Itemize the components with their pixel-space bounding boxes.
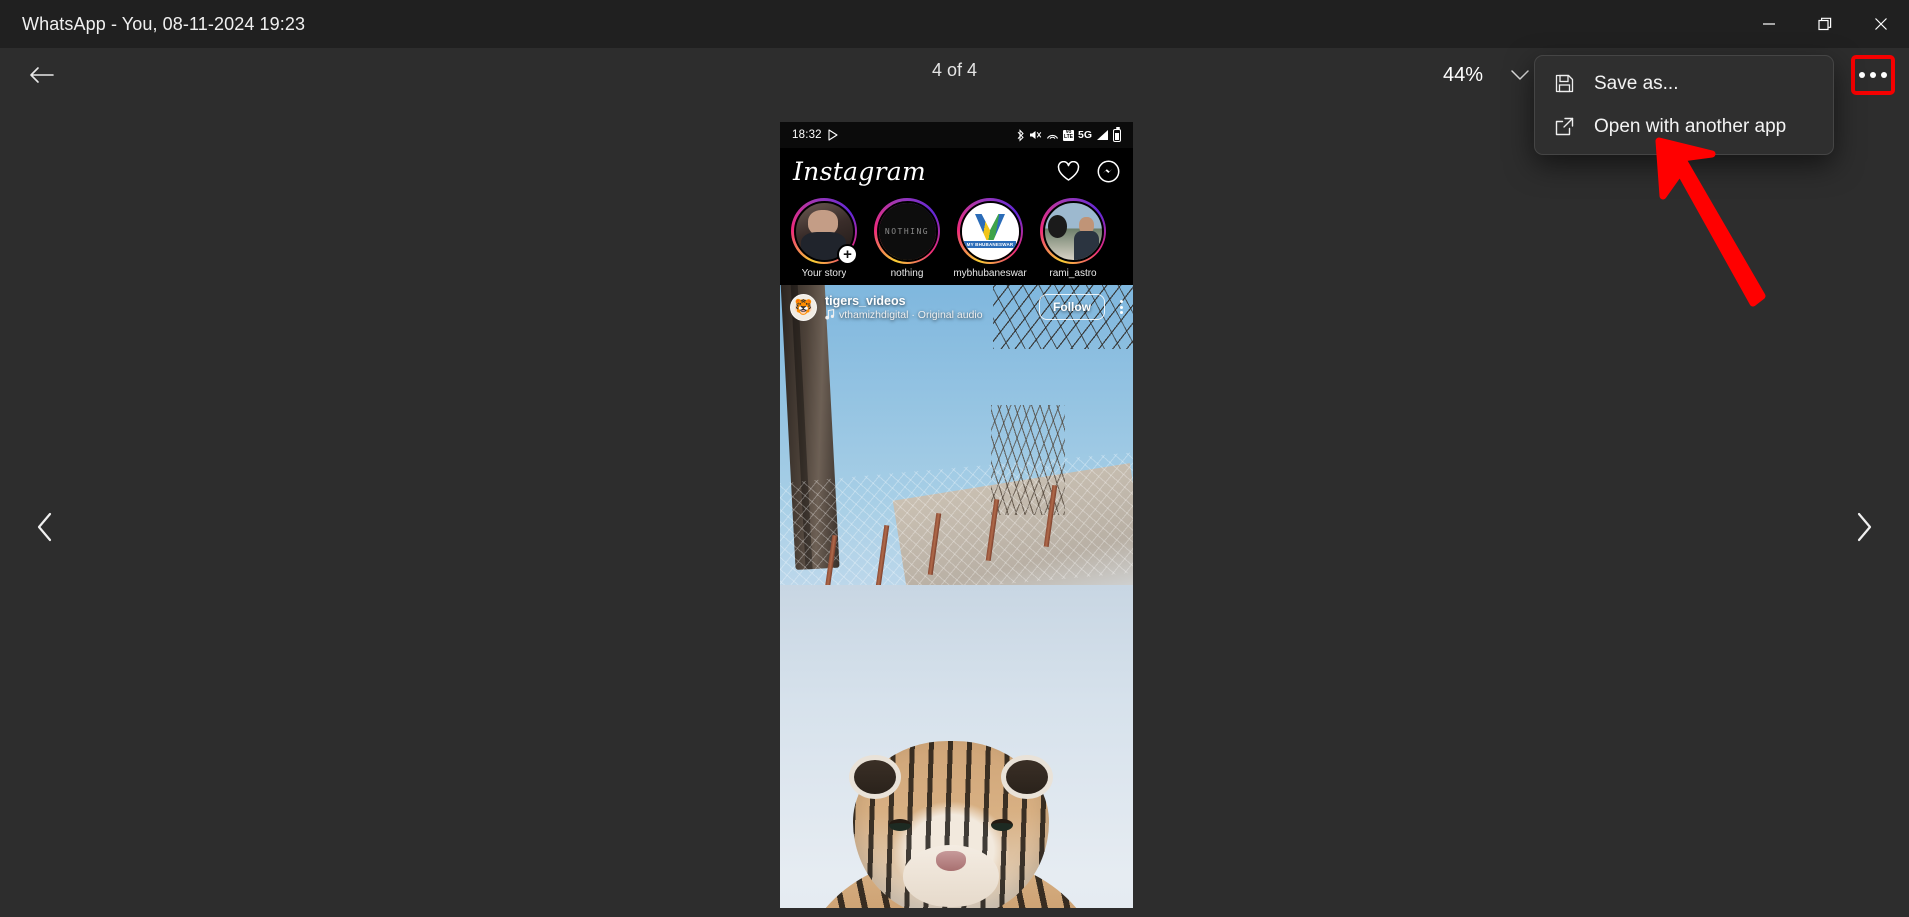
- menu-item-open-with-another-app[interactable]: Open with another app: [1540, 105, 1828, 148]
- window-title: WhatsApp - You, 08-11-2024 19:23: [22, 13, 306, 34]
- add-story-badge[interactable]: +: [837, 244, 858, 265]
- avatar[interactable]: 🐯: [790, 293, 817, 321]
- header-icons: [1057, 160, 1120, 183]
- story-ring: [1040, 198, 1106, 264]
- messenger-icon[interactable]: [1097, 160, 1120, 183]
- post-username[interactable]: tigers_videos: [825, 294, 983, 308]
- story-ring: NOTHING: [874, 198, 940, 264]
- zoom-control[interactable]: 44%: [1433, 56, 1539, 94]
- bluetooth-icon: [1017, 128, 1024, 142]
- menu-item-label: Save as...: [1594, 72, 1679, 94]
- story-thumbnail: NOTHING: [876, 200, 938, 262]
- signal-icon: [1097, 130, 1108, 140]
- displayed-image[interactable]: 18:32 Vo LTE 5G Instagram + Your story N…: [780, 122, 1133, 908]
- restore-button[interactable]: [1797, 0, 1853, 48]
- feed-post[interactable]: 🐯 tigers_videos vthamizhdigital · Origin…: [780, 285, 1133, 908]
- chevron-right-icon: [1857, 512, 1872, 542]
- menu-item-save-as[interactable]: Save as...: [1540, 62, 1828, 105]
- play-store-icon: [828, 129, 838, 141]
- story-thumbnail: [1042, 200, 1104, 262]
- status-time: 18:32: [792, 129, 822, 141]
- story-item[interactable]: rami_astro: [1037, 198, 1109, 279]
- post-more-options-icon[interactable]: [1120, 300, 1123, 314]
- chevron-left-icon: [37, 512, 52, 542]
- post-audio[interactable]: vthamizhdigital · Original audio: [825, 309, 983, 321]
- open-external-icon: [1552, 116, 1576, 137]
- mute-icon: [1029, 131, 1042, 139]
- tiger-subject: [800, 715, 1101, 908]
- previous-image-button[interactable]: [16, 498, 74, 556]
- story-label: Your story: [801, 268, 847, 279]
- more-options-button[interactable]: [1851, 55, 1895, 95]
- story-label: mybhubaneswar: [953, 268, 1027, 279]
- status-bar-right: Vo LTE 5G: [1016, 126, 1121, 142]
- story-thumb-text: NOTHING: [878, 202, 936, 260]
- post-media: [780, 285, 1133, 908]
- post-header: 🐯 tigers_videos vthamizhdigital · Origin…: [780, 285, 1133, 329]
- status-bar-left: 18:32: [792, 129, 839, 141]
- story-ring: +: [791, 198, 858, 265]
- story-thumbnail: MY BHUBANESWAR: [959, 200, 1021, 262]
- follow-button[interactable]: Follow: [1039, 294, 1105, 320]
- close-button[interactable]: [1853, 0, 1909, 48]
- story-label: rami_astro: [1049, 268, 1097, 279]
- zoom-level-value: 44%: [1442, 63, 1483, 86]
- music-note-icon: [825, 309, 835, 320]
- story-ring: MY BHUBANESWAR: [957, 198, 1023, 264]
- ellipsis-icon: [1859, 72, 1887, 78]
- chevron-down-icon: [1511, 69, 1529, 80]
- story-label: nothing: [890, 268, 924, 279]
- instagram-logo: Instagram: [793, 156, 927, 186]
- image-viewer-window: WhatsApp - You, 08-11-2024 19:23 4 of 4: [0, 0, 1909, 917]
- sim-icon: Vo LTE: [1062, 129, 1074, 141]
- brand-logo-icon: MY BHUBANESWAR: [961, 202, 1019, 260]
- story-item[interactable]: NOTHING nothing: [871, 198, 943, 279]
- cast-icon: [1046, 134, 1058, 139]
- post-audio-label: vthamizhdigital · Original audio: [839, 308, 983, 321]
- save-icon: [1552, 73, 1576, 94]
- network-type: 5G: [1077, 129, 1092, 141]
- menu-item-label: Open with another app: [1594, 115, 1787, 137]
- phone-status-bar: 18:32 Vo LTE 5G: [780, 122, 1133, 148]
- minimize-button[interactable]: [1741, 0, 1797, 48]
- battery-icon: [1113, 126, 1121, 142]
- title-bar: WhatsApp - You, 08-11-2024 19:23: [0, 0, 1909, 48]
- heart-icon[interactable]: [1057, 160, 1080, 182]
- story-item[interactable]: + Your story: [788, 198, 860, 279]
- next-image-button[interactable]: [1835, 498, 1893, 556]
- instagram-header: Instagram: [780, 148, 1133, 194]
- post-meta: tigers_videos vthamizhdigital · Original…: [825, 294, 983, 321]
- story-item[interactable]: MY BHUBANESWAR mybhubaneswar: [953, 198, 1027, 279]
- stories-tray[interactable]: + Your story NOTHING nothing MY BHUBANES…: [780, 194, 1133, 285]
- window-controls: [1741, 0, 1909, 48]
- logo-caption: MY BHUBANESWAR: [963, 241, 1017, 248]
- more-options-menu: Save as... Open with another app: [1534, 55, 1834, 155]
